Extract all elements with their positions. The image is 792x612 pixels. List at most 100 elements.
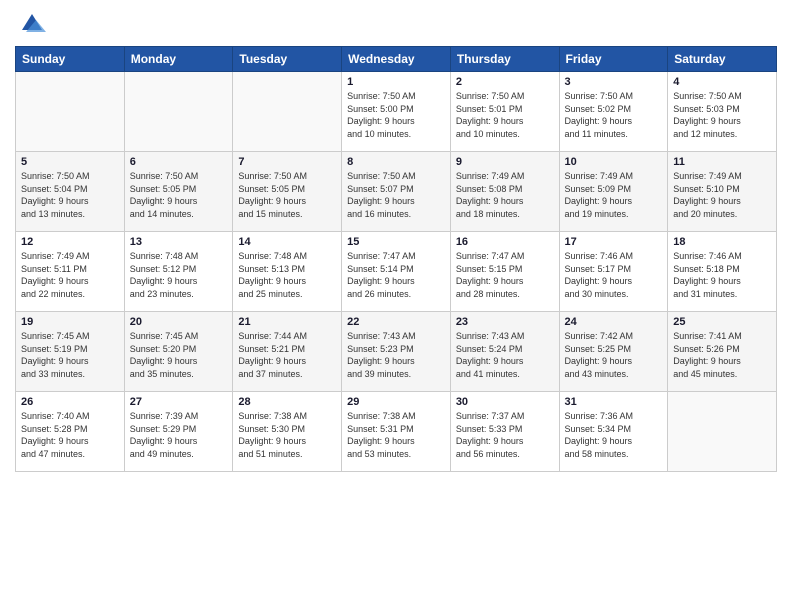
day-cell: 26 Sunrise: 7:40 AMSunset: 5:28 PMDayligh… <box>16 392 125 472</box>
col-header-sunday: Sunday <box>16 47 125 72</box>
day-info: Sunrise: 7:48 AMSunset: 5:13 PMDaylight:… <box>238 250 336 300</box>
page: SundayMondayTuesdayWednesdayThursdayFrid… <box>0 0 792 612</box>
day-info: Sunrise: 7:49 AMSunset: 5:09 PMDaylight:… <box>565 170 663 220</box>
day-number: 1 <box>347 76 445 88</box>
day-number: 4 <box>673 76 771 88</box>
day-info: Sunrise: 7:50 AMSunset: 5:01 PMDaylight:… <box>456 90 554 140</box>
day-info: Sunrise: 7:43 AMSunset: 5:24 PMDaylight:… <box>456 330 554 380</box>
day-info: Sunrise: 7:45 AMSunset: 5:19 PMDaylight:… <box>21 330 119 380</box>
day-info: Sunrise: 7:38 AMSunset: 5:30 PMDaylight:… <box>238 410 336 460</box>
day-info: Sunrise: 7:41 AMSunset: 5:26 PMDaylight:… <box>673 330 771 380</box>
day-cell: 1Sunrise: 7:50 AMSunset: 5:00 PMDaylight… <box>342 72 451 152</box>
day-number: 31 <box>565 396 663 408</box>
day-info: Sunrise: 7:42 AMSunset: 5:25 PMDaylight:… <box>565 330 663 380</box>
day-cell <box>668 392 777 472</box>
day-number: 8 <box>347 156 445 168</box>
day-info: Sunrise: 7:40 AMSunset: 5:28 PMDaylight:… <box>21 410 119 460</box>
day-info: Sunrise: 7:39 AMSunset: 5:29 PMDaylight:… <box>130 410 228 460</box>
day-cell: 18Sunrise: 7:46 AMSunset: 5:18 PMDayligh… <box>668 232 777 312</box>
day-cell: 21 Sunrise: 7:44 AMSunset: 5:21 PMDayligh… <box>233 312 342 392</box>
day-cell: 31 Sunrise: 7:36 AMSunset: 5:34 PMDayligh… <box>559 392 668 472</box>
day-cell: 14 Sunrise: 7:48 AMSunset: 5:13 PMDayligh… <box>233 232 342 312</box>
day-info: Sunrise: 7:49 AMSunset: 5:10 PMDaylight:… <box>673 170 771 220</box>
day-number: 23 <box>456 316 554 328</box>
day-cell: 4 Sunrise: 7:50 AMSunset: 5:03 PMDaylight… <box>668 72 777 152</box>
day-info: Sunrise: 7:50 AMSunset: 5:03 PMDaylight:… <box>673 90 771 140</box>
week-row-5: 26 Sunrise: 7:40 AMSunset: 5:28 PMDayligh… <box>16 392 777 472</box>
header <box>15 10 777 38</box>
day-number: 9 <box>456 156 554 168</box>
week-row-4: 19 Sunrise: 7:45 AMSunset: 5:19 PMDayligh… <box>16 312 777 392</box>
day-cell: 29 Sunrise: 7:38 AMSunset: 5:31 PMDayligh… <box>342 392 451 472</box>
day-cell: 6Sunrise: 7:50 AMSunset: 5:05 PMDaylight… <box>124 152 233 232</box>
day-cell: 8 Sunrise: 7:50 AMSunset: 5:07 PMDaylight… <box>342 152 451 232</box>
day-info: Sunrise: 7:37 AMSunset: 5:33 PMDaylight:… <box>456 410 554 460</box>
day-number: 7 <box>238 156 336 168</box>
day-cell: 2Sunrise: 7:50 AMSunset: 5:01 PMDaylight… <box>450 72 559 152</box>
day-info: Sunrise: 7:46 AMSunset: 5:17 PMDaylight:… <box>565 250 663 300</box>
day-info: Sunrise: 7:49 AMSunset: 5:08 PMDaylight:… <box>456 170 554 220</box>
day-info: Sunrise: 7:47 AMSunset: 5:14 PMDaylight:… <box>347 250 445 300</box>
day-number: 14 <box>238 236 336 248</box>
day-cell: 30 Sunrise: 7:37 AMSunset: 5:33 PMDayligh… <box>450 392 559 472</box>
header-row: SundayMondayTuesdayWednesdayThursdayFrid… <box>16 47 777 72</box>
day-number: 22 <box>347 316 445 328</box>
day-info: Sunrise: 7:47 AMSunset: 5:15 PMDaylight:… <box>456 250 554 300</box>
day-cell <box>233 72 342 152</box>
day-cell: 17Sunrise: 7:46 AMSunset: 5:17 PMDayligh… <box>559 232 668 312</box>
day-number: 24 <box>565 316 663 328</box>
col-header-monday: Monday <box>124 47 233 72</box>
day-cell <box>16 72 125 152</box>
day-cell: 19 Sunrise: 7:45 AMSunset: 5:19 PMDayligh… <box>16 312 125 392</box>
logo <box>15 10 46 38</box>
day-cell: 25 Sunrise: 7:41 AMSunset: 5:26 PMDayligh… <box>668 312 777 392</box>
day-number: 28 <box>238 396 336 408</box>
col-header-tuesday: Tuesday <box>233 47 342 72</box>
day-info: Sunrise: 7:48 AMSunset: 5:12 PMDaylight:… <box>130 250 228 300</box>
day-info: Sunrise: 7:38 AMSunset: 5:31 PMDaylight:… <box>347 410 445 460</box>
day-number: 16 <box>456 236 554 248</box>
day-info: Sunrise: 7:36 AMSunset: 5:34 PMDaylight:… <box>565 410 663 460</box>
day-info: Sunrise: 7:50 AMSunset: 5:02 PMDaylight:… <box>565 90 663 140</box>
day-cell: 10 Sunrise: 7:49 AMSunset: 5:09 PMDayligh… <box>559 152 668 232</box>
logo-icon <box>18 10 46 38</box>
day-cell: 11 Sunrise: 7:49 AMSunset: 5:10 PMDayligh… <box>668 152 777 232</box>
day-cell: 12Sunrise: 7:49 AMSunset: 5:11 PMDayligh… <box>16 232 125 312</box>
day-info: Sunrise: 7:49 AMSunset: 5:11 PMDaylight:… <box>21 250 119 300</box>
day-cell: 13 Sunrise: 7:48 AMSunset: 5:12 PMDayligh… <box>124 232 233 312</box>
week-row-3: 12Sunrise: 7:49 AMSunset: 5:11 PMDayligh… <box>16 232 777 312</box>
day-number: 13 <box>130 236 228 248</box>
day-cell: 28 Sunrise: 7:38 AMSunset: 5:30 PMDayligh… <box>233 392 342 472</box>
day-cell <box>124 72 233 152</box>
day-cell: 9 Sunrise: 7:49 AMSunset: 5:08 PMDaylight… <box>450 152 559 232</box>
day-cell: 20Sunrise: 7:45 AMSunset: 5:20 PMDayligh… <box>124 312 233 392</box>
day-cell: 16 Sunrise: 7:47 AMSunset: 5:15 PMDayligh… <box>450 232 559 312</box>
week-row-2: 5Sunrise: 7:50 AMSunset: 5:04 PMDaylight… <box>16 152 777 232</box>
day-number: 21 <box>238 316 336 328</box>
day-number: 11 <box>673 156 771 168</box>
day-info: Sunrise: 7:44 AMSunset: 5:21 PMDaylight:… <box>238 330 336 380</box>
day-cell: 3 Sunrise: 7:50 AMSunset: 5:02 PMDaylight… <box>559 72 668 152</box>
day-number: 10 <box>565 156 663 168</box>
day-info: Sunrise: 7:50 AMSunset: 5:04 PMDaylight:… <box>21 170 119 220</box>
day-number: 29 <box>347 396 445 408</box>
day-number: 19 <box>21 316 119 328</box>
col-header-thursday: Thursday <box>450 47 559 72</box>
day-info: Sunrise: 7:45 AMSunset: 5:20 PMDaylight:… <box>130 330 228 380</box>
day-number: 25 <box>673 316 771 328</box>
day-cell: 7 Sunrise: 7:50 AMSunset: 5:05 PMDaylight… <box>233 152 342 232</box>
day-number: 18 <box>673 236 771 248</box>
day-number: 3 <box>565 76 663 88</box>
day-info: Sunrise: 7:50 AMSunset: 5:05 PMDaylight:… <box>238 170 336 220</box>
col-header-wednesday: Wednesday <box>342 47 451 72</box>
day-cell: 24 Sunrise: 7:42 AMSunset: 5:25 PMDayligh… <box>559 312 668 392</box>
day-info: Sunrise: 7:50 AMSunset: 5:07 PMDaylight:… <box>347 170 445 220</box>
day-number: 26 <box>21 396 119 408</box>
day-number: 27 <box>130 396 228 408</box>
day-number: 15 <box>347 236 445 248</box>
day-cell: 5Sunrise: 7:50 AMSunset: 5:04 PMDaylight… <box>16 152 125 232</box>
day-cell: 23 Sunrise: 7:43 AMSunset: 5:24 PMDayligh… <box>450 312 559 392</box>
col-header-saturday: Saturday <box>668 47 777 72</box>
week-row-1: 1Sunrise: 7:50 AMSunset: 5:00 PMDaylight… <box>16 72 777 152</box>
day-number: 30 <box>456 396 554 408</box>
